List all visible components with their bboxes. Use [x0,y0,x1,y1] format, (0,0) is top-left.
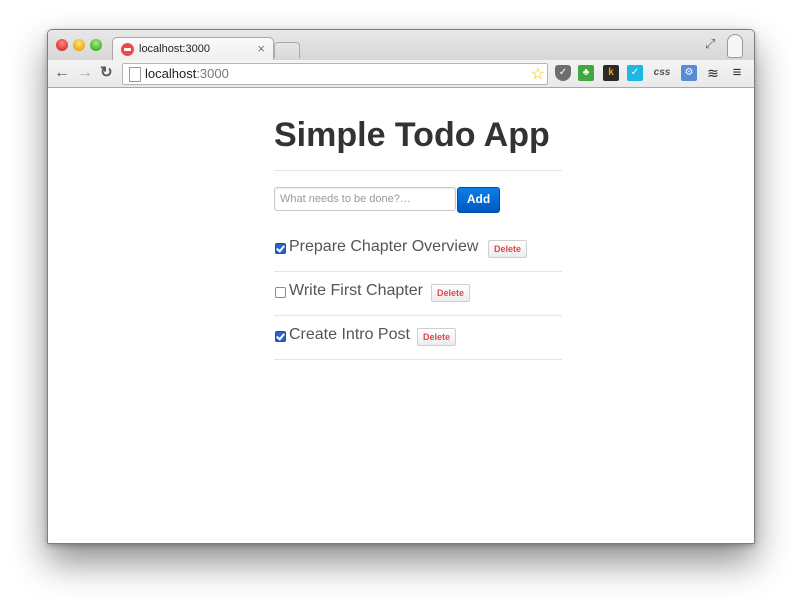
todo-checkbox[interactable] [275,243,286,254]
delete-button[interactable]: Delete [417,328,457,346]
todo-text: Create Intro Post [289,326,410,343]
browser-toolbar: ← → ↻ localhost:3000 ☆ ✓ ♣ k ✓ css ⚙ ≋ ≡ [48,60,754,88]
address-bar[interactable]: localhost:3000 ☆ [122,63,548,85]
window-close-button[interactable] [56,39,68,51]
page-title: Simple Todo App [274,116,550,154]
todo-checkbox[interactable] [275,287,286,298]
klout-icon[interactable]: k [603,65,619,81]
checkmark-icon[interactable]: ✓ [627,65,643,81]
tab-title: localhost:3000 [139,43,210,55]
window-maximize-button[interactable] [90,39,102,51]
star-icon[interactable]: ☆ [531,64,545,84]
delete-button[interactable]: Delete [431,284,471,302]
profile-icon[interactable] [727,34,743,58]
tab-strip: localhost:3000 × ⤢ [48,30,754,61]
todo-item: Prepare Chapter Overview Delete [274,228,562,272]
title-divider [274,170,562,171]
new-todo-input[interactable] [274,187,456,211]
back-arrow-icon[interactable]: ← [54,64,70,82]
add-button[interactable]: Add [457,187,500,213]
forward-arrow-icon[interactable]: → [77,64,93,82]
fullscreen-icon[interactable]: ⤢ [705,36,715,52]
evernote-icon[interactable]: ♣ [578,65,594,81]
layers-icon[interactable]: ≋ [705,65,721,81]
todo-text: Prepare Chapter Overview [289,238,479,255]
todo-checkbox[interactable] [275,331,286,342]
puzzle-icon[interactable]: ⚙ [681,65,697,81]
new-tab-button[interactable] [274,42,300,58]
delete-button[interactable]: Delete [488,240,528,258]
favicon-icon [121,43,134,56]
url-text: localhost:3000 [145,66,229,81]
css-icon[interactable]: css [652,65,672,81]
browser-tab[interactable]: localhost:3000 × [112,37,274,61]
page-content: Simple Todo App Add Prepare Chapter Over… [48,88,754,543]
pocket-icon[interactable]: ✓ [555,65,571,81]
todo-item: Write First Chapter Delete [274,272,562,316]
todo-divider [274,359,562,360]
reload-icon[interactable]: ↻ [100,64,113,82]
browser-window: localhost:3000 × ⤢ ← → ↻ localhost:3000 … [47,29,755,544]
todo-item: Create Intro Post Delete [274,316,562,360]
menu-icon[interactable]: ≡ [729,65,745,81]
page-icon [129,67,141,82]
window-minimize-button[interactable] [73,39,85,51]
todo-text: Write First Chapter [289,282,423,299]
tab-close-icon[interactable]: × [257,41,265,56]
